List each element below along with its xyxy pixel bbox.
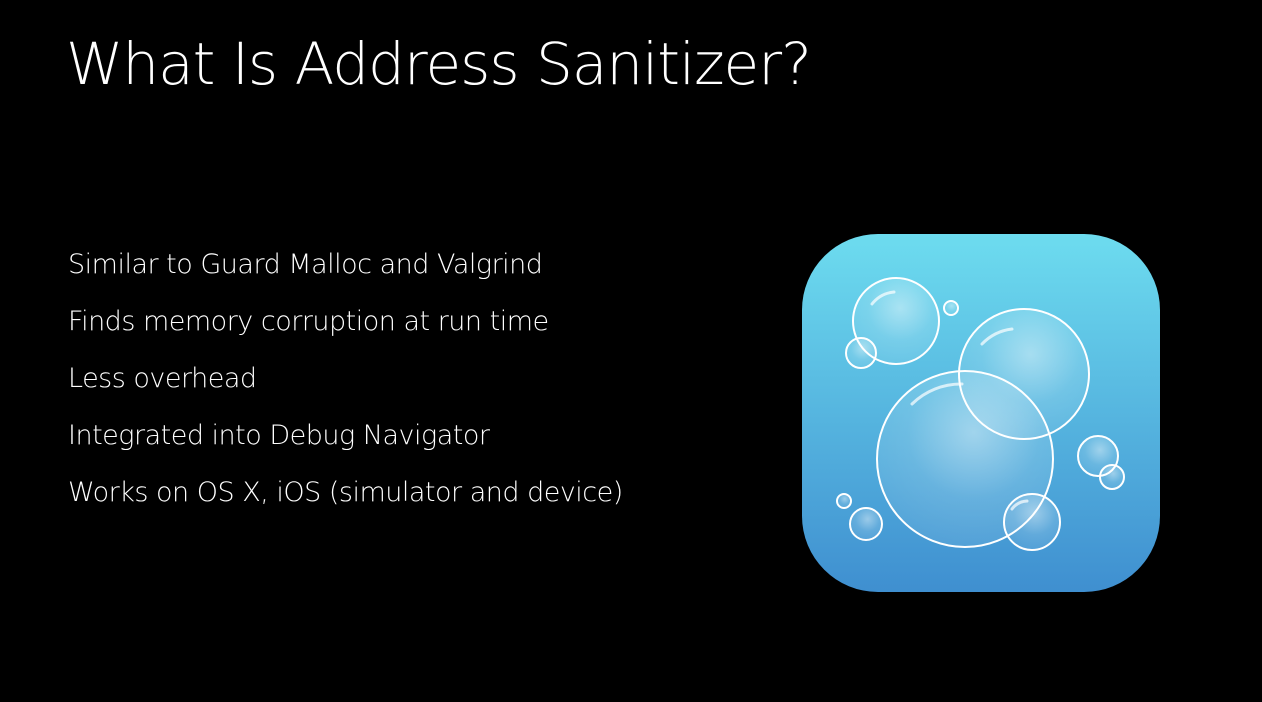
bubble-right-small [1099, 464, 1125, 490]
address-sanitizer-bubbles-icon [802, 234, 1160, 592]
bullet-item: Integrated into Debug Navigator [68, 420, 490, 451]
bullet-item: Works on OS X, iOS (simulator and device… [68, 477, 623, 508]
bubble-small [845, 337, 877, 369]
bullet-item: Finds memory corruption at run time [68, 306, 549, 337]
bullet-list: Similar to Guard Malloc and Valgrind Fin… [68, 236, 623, 521]
slide: What Is Address Sanitizer? Similar to Gu… [0, 0, 1262, 702]
bubble-lower [1003, 493, 1061, 551]
slide-title: What Is Address Sanitizer? [66, 30, 812, 98]
bubble-lower-left [849, 507, 883, 541]
bubble-tiny [943, 300, 959, 316]
bubble-medium [958, 308, 1090, 440]
bubble-tiny-left [836, 493, 852, 509]
bullet-item: Less overhead [68, 363, 257, 394]
bullet-item: Similar to Guard Malloc and Valgrind [68, 249, 543, 280]
